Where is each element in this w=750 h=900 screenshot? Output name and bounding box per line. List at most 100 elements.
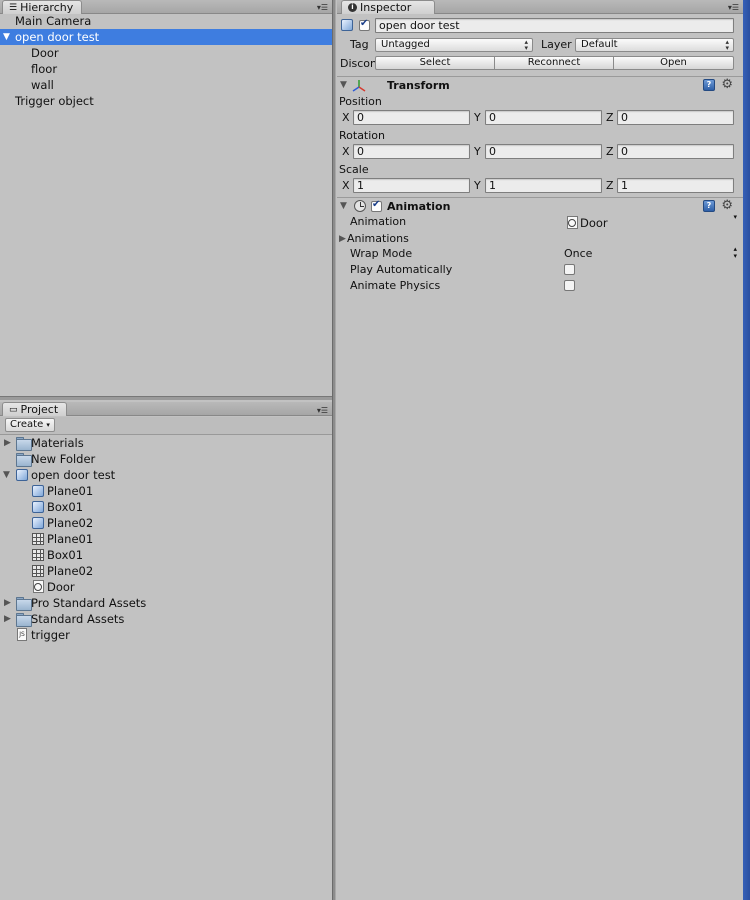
tab-project[interactable]: ▭ Project <box>2 402 68 416</box>
create-button[interactable]: Create ▾ <box>5 418 55 432</box>
scale-x-field[interactable]: 1 <box>353 178 470 193</box>
hierarchy-item-trigger-object[interactable]: Trigger object <box>0 93 332 109</box>
rotation-z-label: Z <box>606 145 614 158</box>
transform-header[interactable]: ▼ Transform ? ⚙ <box>337 76 743 93</box>
prefab-status-label: Discon <box>340 57 376 70</box>
tab-hierarchy-label: Hierarchy <box>20 0 74 14</box>
dropdown-arrow-icon: ▾ <box>46 421 50 429</box>
fold-open-icon[interactable]: ▼ <box>3 29 13 45</box>
project-item-label: Materials <box>31 436 84 450</box>
hierarchy-item-wall[interactable]: wall <box>0 77 332 93</box>
wrap-mode-value: Once <box>564 247 593 260</box>
project-item-standard-assets[interactable]: ▶ Standard Assets <box>0 611 332 627</box>
pane-menu-icon[interactable]: ▾☰ <box>727 3 739 12</box>
help-icon[interactable]: ? <box>703 200 715 212</box>
gear-icon[interactable]: ⚙ <box>721 77 733 92</box>
scale-z-label: Z <box>606 179 614 192</box>
position-x-field[interactable]: 0 <box>353 110 470 125</box>
hierarchy-item-label: wall <box>31 78 54 92</box>
hierarchy-item-label: Door <box>31 46 59 60</box>
help-icon[interactable]: ? <box>703 79 715 91</box>
project-item-open-door-test[interactable]: ▼ open door test <box>0 467 332 483</box>
project-panel: ▭ Project ▾☰ Create ▾ ▶ Materials New Fo… <box>0 400 332 900</box>
fold-open-icon[interactable]: ▼ <box>340 198 350 214</box>
gear-icon[interactable]: ⚙ <box>721 198 733 213</box>
mesh-icon <box>32 565 44 577</box>
hierarchy-item-label: Main Camera <box>15 14 92 28</box>
animation-object-field[interactable]: Door ▾ <box>565 213 737 231</box>
active-checkbox[interactable] <box>359 18 370 31</box>
play-automatically-label: Play Automatically <box>350 263 453 276</box>
vertical-splitter[interactable] <box>332 0 336 900</box>
folder-icon <box>16 437 32 451</box>
scale-x-label: X <box>342 179 350 192</box>
project-item-label: Plane02 <box>47 516 94 530</box>
pane-menu-icon[interactable]: ▾☰ <box>316 3 328 12</box>
tab-inspector[interactable]: i Inspector <box>341 0 435 14</box>
project-item-materials[interactable]: ▶ Materials <box>0 435 332 451</box>
hierarchy-item-open-door-test[interactable]: ▼ open door test <box>0 29 332 45</box>
open-button[interactable]: Open <box>613 56 734 70</box>
scale-z-field[interactable]: 1 <box>617 178 734 193</box>
script-icon: JS <box>17 628 27 641</box>
project-item-label: Door <box>47 580 75 594</box>
project-item-label: trigger <box>31 628 70 642</box>
animation-enabled-checkbox[interactable] <box>371 199 382 212</box>
project-item-plane01-prefab[interactable]: Plane01 <box>0 483 332 499</box>
animations-foldout[interactable]: ▶ Animations <box>337 232 537 247</box>
inspector-panel: i Inspector ▾☰ open door test Tag Untagg… <box>337 0 743 900</box>
animations-label: Animations <box>347 232 409 245</box>
position-y-field[interactable]: 0 <box>485 110 602 125</box>
pane-menu-icon[interactable]: ▾☰ <box>316 406 328 415</box>
position-x-label: X <box>342 111 350 124</box>
wrap-mode-dropdown[interactable]: Once ▴ ▾ <box>563 246 737 261</box>
rotation-x-field[interactable]: 0 <box>353 144 470 159</box>
project-item-trigger[interactable]: JS trigger <box>0 627 332 643</box>
scale-label: Scale <box>339 163 369 176</box>
reconnect-button[interactable]: Reconnect <box>494 56 614 70</box>
rotation-label: Rotation <box>339 129 386 142</box>
layer-dropdown[interactable]: Default ▴ ▾ <box>575 38 734 52</box>
project-item-door-animation[interactable]: Door <box>0 579 332 595</box>
hierarchy-item-main-camera[interactable]: Main Camera <box>0 13 332 29</box>
fold-open-icon[interactable]: ▼ <box>3 467 13 483</box>
fold-closed-icon[interactable]: ▶ <box>4 595 14 611</box>
play-automatically-checkbox[interactable] <box>564 264 575 275</box>
animation-header[interactable]: ▼ Animation ? ⚙ <box>337 197 743 214</box>
animate-physics-checkbox[interactable] <box>564 280 575 291</box>
fold-closed-icon[interactable]: ▶ <box>4 611 14 627</box>
project-item-plane01-mesh[interactable]: Plane01 <box>0 531 332 547</box>
folder-icon <box>16 613 32 627</box>
animation-clip-icon <box>567 216 578 229</box>
animation-clip-icon <box>33 580 44 593</box>
fold-open-icon[interactable]: ▼ <box>340 77 350 93</box>
scale-y-field[interactable]: 1 <box>485 178 602 193</box>
object-name-field[interactable]: open door test <box>375 18 734 33</box>
scale-y-label: Y <box>474 179 481 192</box>
project-item-pro-standard-assets[interactable]: ▶ Pro Standard Assets <box>0 595 332 611</box>
hierarchy-item-label: floor <box>31 62 58 76</box>
fold-closed-icon[interactable]: ▶ <box>4 435 14 451</box>
project-item-plane02-mesh[interactable]: Plane02 <box>0 563 332 579</box>
hierarchy-item-door[interactable]: Door <box>0 45 332 61</box>
prefab-object-icon <box>341 19 353 31</box>
hierarchy-item-floor[interactable]: floor <box>0 61 332 77</box>
position-z-field[interactable]: 0 <box>617 110 734 125</box>
window-edge <box>743 0 750 900</box>
select-button[interactable]: Select <box>375 56 495 70</box>
object-picker-icon[interactable]: ▾ <box>733 213 737 221</box>
rotation-z-field[interactable]: 0 <box>617 144 734 159</box>
project-item-label: Box01 <box>47 548 84 562</box>
position-y-label: Y <box>474 111 481 124</box>
project-item-plane02-prefab[interactable]: Plane02 <box>0 515 332 531</box>
project-item-box01-mesh[interactable]: Box01 <box>0 547 332 563</box>
project-item-box01-prefab[interactable]: Box01 <box>0 499 332 515</box>
project-item-label: open door test <box>31 468 116 482</box>
project-item-new-folder[interactable]: New Folder <box>0 451 332 467</box>
tab-hierarchy[interactable]: ☰ Hierarchy <box>2 0 83 14</box>
wrap-mode-label: Wrap Mode <box>350 247 413 260</box>
project-item-label: Plane01 <box>47 484 94 498</box>
rotation-y-field[interactable]: 0 <box>485 144 602 159</box>
folder-icon <box>16 453 32 467</box>
tag-dropdown[interactable]: Untagged ▴ ▾ <box>375 38 533 52</box>
